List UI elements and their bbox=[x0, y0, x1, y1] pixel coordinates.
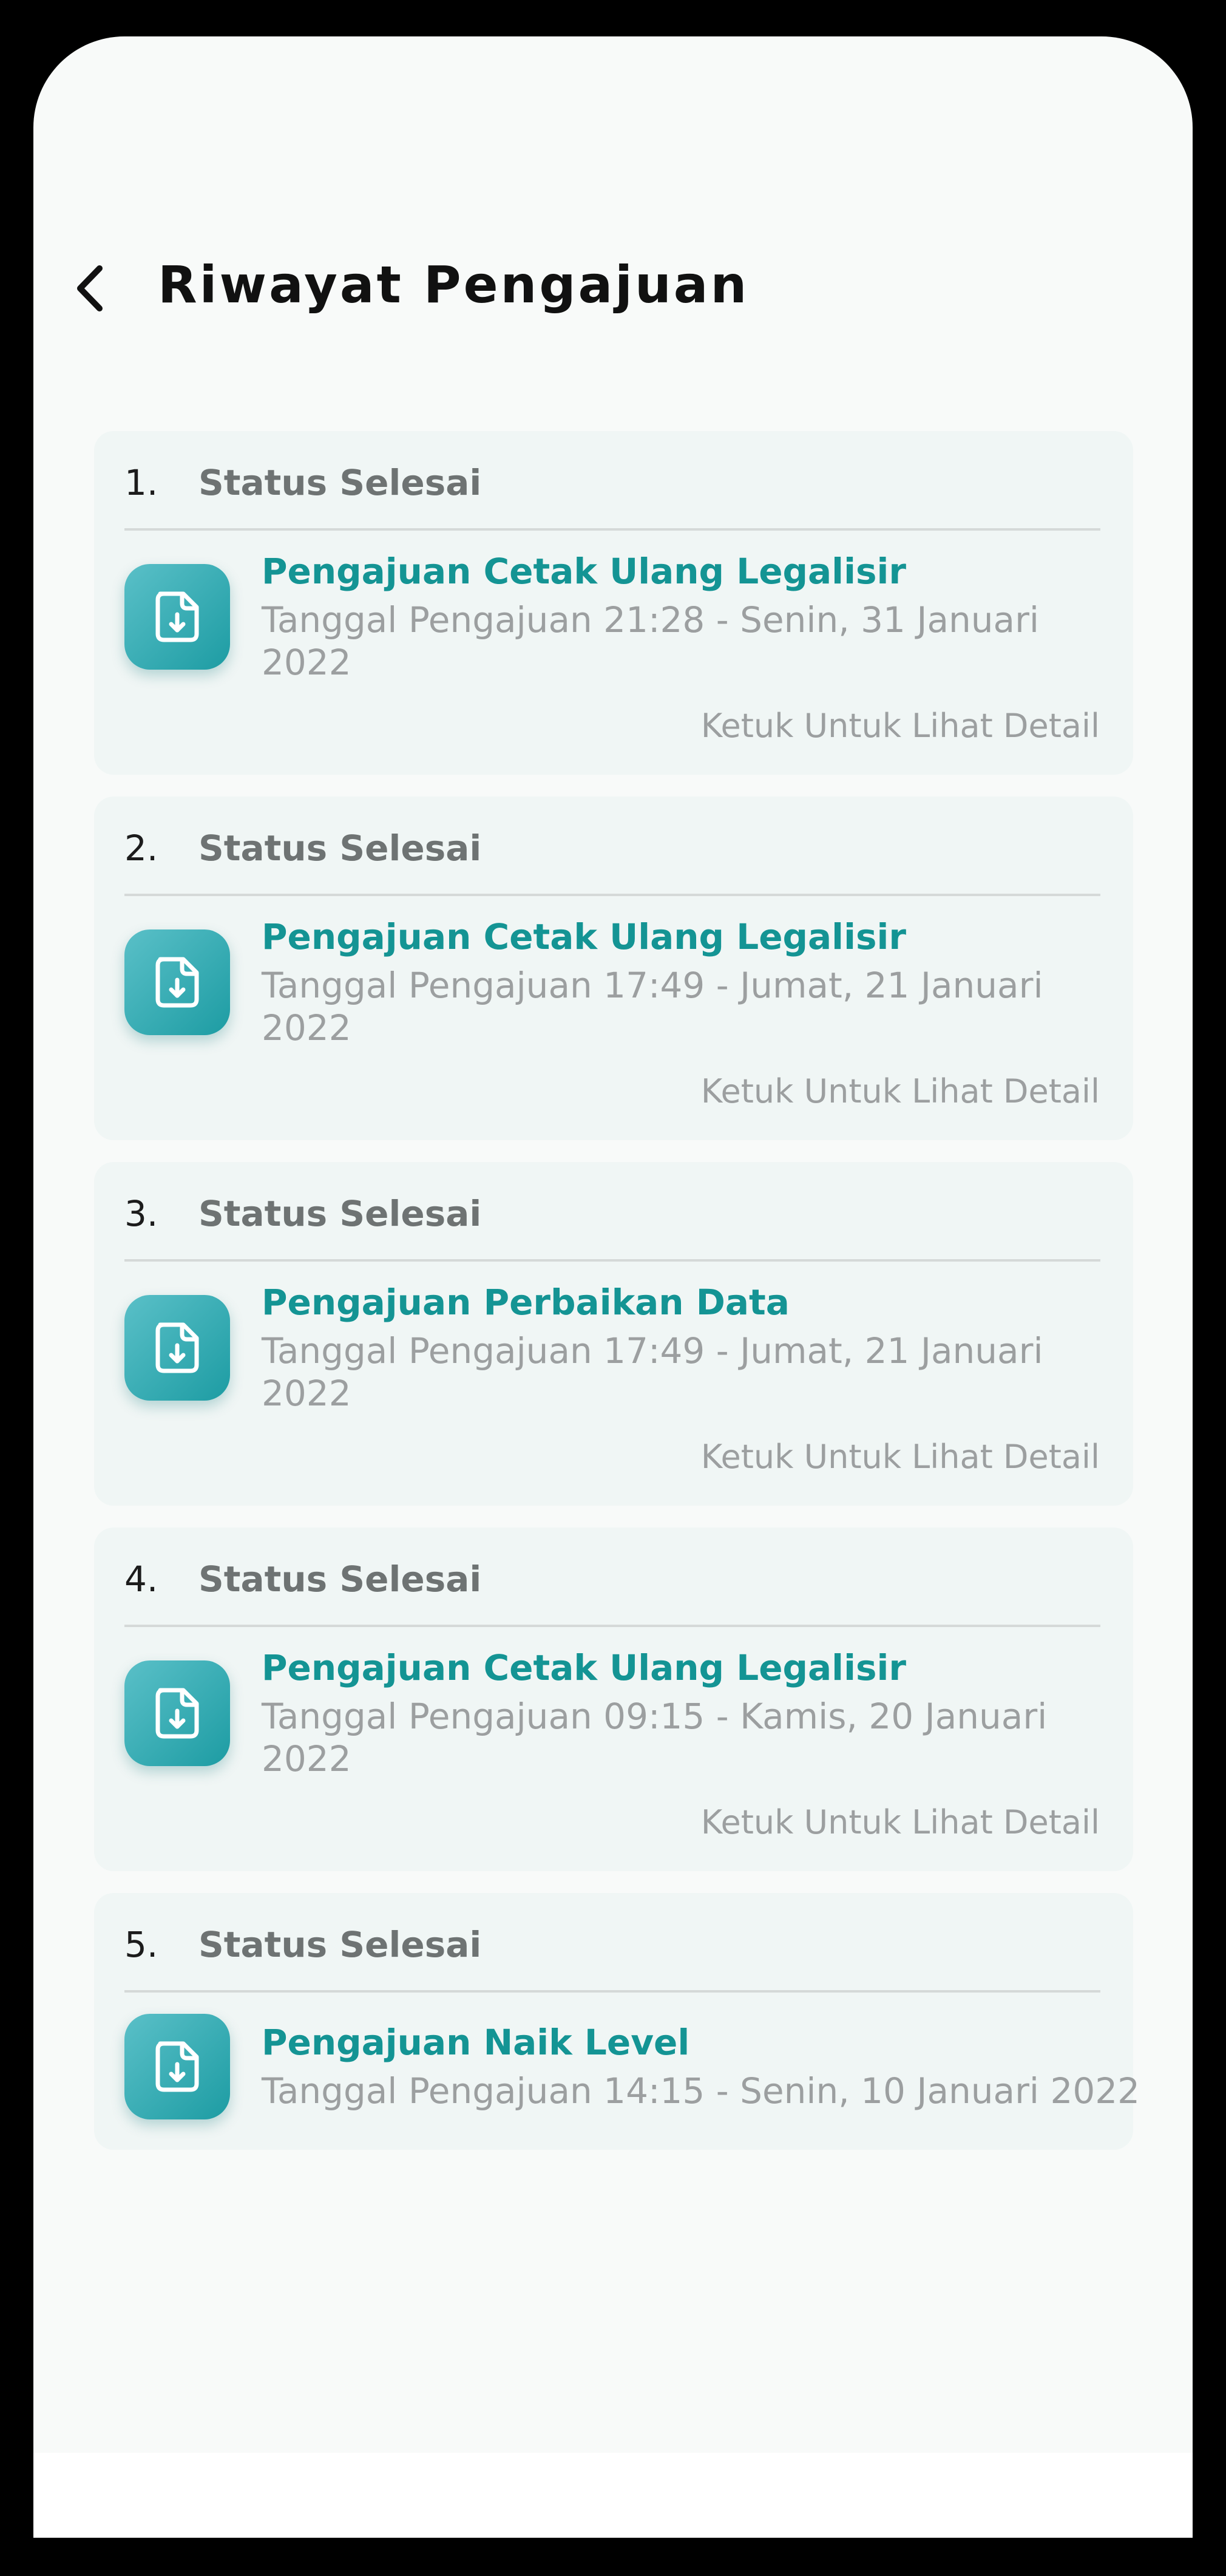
status-label: Status Selesai bbox=[198, 1558, 482, 1600]
status-label: Status Selesai bbox=[198, 1193, 482, 1234]
submission-card[interactable]: 2. Status Selesai Pengajuan Cetak Ulang … bbox=[94, 797, 1133, 1140]
document-download-icon bbox=[124, 1295, 230, 1401]
submission-card[interactable]: 4. Status Selesai Pengajuan Cetak Ulang … bbox=[94, 1528, 1133, 1871]
submission-title: Pengajuan Cetak Ulang Legalisir bbox=[262, 1647, 906, 1688]
submission-title: Pengajuan Cetak Ulang Legalisir bbox=[262, 551, 906, 592]
card-header: 3. Status Selesai bbox=[124, 1162, 1100, 1259]
detail-hint: Ketuk Untuk Lihat Detail bbox=[700, 1438, 1100, 1476]
card-body: Pengajuan Naik Level Tanggal Pengajuan 1… bbox=[124, 1993, 1140, 2150]
back-button[interactable] bbox=[73, 252, 127, 325]
submission-card[interactable]: 1. Status Selesai Pengajuan Cetak Ulang … bbox=[94, 431, 1133, 775]
submission-title: Pengajuan Perbaikan Data bbox=[262, 1282, 790, 1323]
status-label: Status Selesai bbox=[198, 462, 482, 503]
chevron-left-icon bbox=[77, 265, 103, 311]
submission-date: Tanggal Pengajuan 17:49 - Jumat, 21 Janu… bbox=[262, 965, 1043, 1048]
document-download-icon bbox=[124, 564, 230, 670]
card-body: Pengajuan Cetak Ulang Legalisir Tanggal … bbox=[124, 896, 1100, 1049]
card-header: 2. Status Selesai bbox=[124, 797, 1100, 894]
card-header: 1. Status Selesai bbox=[124, 431, 1100, 528]
page-title: Riwayat Pengajuan bbox=[158, 255, 750, 314]
document-download-icon bbox=[124, 929, 230, 1035]
bottom-area bbox=[33, 2453, 1193, 2538]
app-header: Riwayat Pengajuan bbox=[33, 219, 1193, 358]
item-number: 1. bbox=[124, 462, 158, 503]
card-texts: Pengajuan Naik Level Tanggal Pengajuan 1… bbox=[262, 2021, 1140, 2112]
submission-title: Pengajuan Cetak Ulang Legalisir bbox=[262, 916, 906, 957]
detail-hint: Ketuk Untuk Lihat Detail bbox=[700, 1803, 1100, 1841]
submission-date: Tanggal Pengajuan 09:15 - Kamis, 20 Janu… bbox=[262, 1696, 1048, 1779]
status-label: Status Selesai bbox=[198, 828, 482, 869]
card-body: Pengajuan Perbaikan Data Tanggal Pengaju… bbox=[124, 1262, 1100, 1415]
detail-hint: Ketuk Untuk Lihat Detail bbox=[700, 1072, 1100, 1110]
submission-date: Tanggal Pengajuan 14:15 - Senin, 10 Janu… bbox=[262, 2070, 1140, 2112]
status-label: Status Selesai bbox=[198, 1924, 482, 1965]
item-number: 5. bbox=[124, 1924, 158, 1965]
app-screen: Riwayat Pengajuan 1. Status Selesai Peng… bbox=[33, 36, 1193, 2538]
submission-list: 1. Status Selesai Pengajuan Cetak Ulang … bbox=[94, 431, 1140, 2172]
item-number: 3. bbox=[124, 1193, 158, 1234]
submission-card[interactable]: 3. Status Selesai Pengajuan Perbaikan Da… bbox=[94, 1162, 1133, 1506]
card-texts: Pengajuan Perbaikan Data Tanggal Pengaju… bbox=[262, 1281, 1100, 1415]
submission-date: Tanggal Pengajuan 17:49 - Jumat, 21 Janu… bbox=[262, 1330, 1043, 1414]
detail-hint: Ketuk Untuk Lihat Detail bbox=[700, 707, 1100, 745]
document-download-icon bbox=[124, 1660, 230, 1766]
submission-date: Tanggal Pengajuan 21:28 - Senin, 31 Janu… bbox=[262, 599, 1040, 683]
submission-card[interactable]: 5. Status Selesai Pengajuan Naik Level T… bbox=[94, 1893, 1140, 2150]
item-number: 2. bbox=[124, 828, 158, 869]
card-body: Pengajuan Cetak Ulang Legalisir Tanggal … bbox=[124, 1627, 1100, 1780]
card-body: Pengajuan Cetak Ulang Legalisir Tanggal … bbox=[124, 531, 1100, 684]
card-header: 4. Status Selesai bbox=[124, 1528, 1100, 1625]
card-header: 5. Status Selesai bbox=[124, 1893, 1100, 1990]
document-download-icon bbox=[124, 2014, 230, 2119]
card-texts: Pengajuan Cetak Ulang Legalisir Tanggal … bbox=[262, 550, 1100, 684]
card-texts: Pengajuan Cetak Ulang Legalisir Tanggal … bbox=[262, 1647, 1100, 1780]
device-frame: Riwayat Pengajuan 1. Status Selesai Peng… bbox=[0, 0, 1226, 2576]
item-number: 4. bbox=[124, 1558, 158, 1600]
submission-title: Pengajuan Naik Level bbox=[262, 2022, 690, 2063]
card-texts: Pengajuan Cetak Ulang Legalisir Tanggal … bbox=[262, 916, 1100, 1049]
